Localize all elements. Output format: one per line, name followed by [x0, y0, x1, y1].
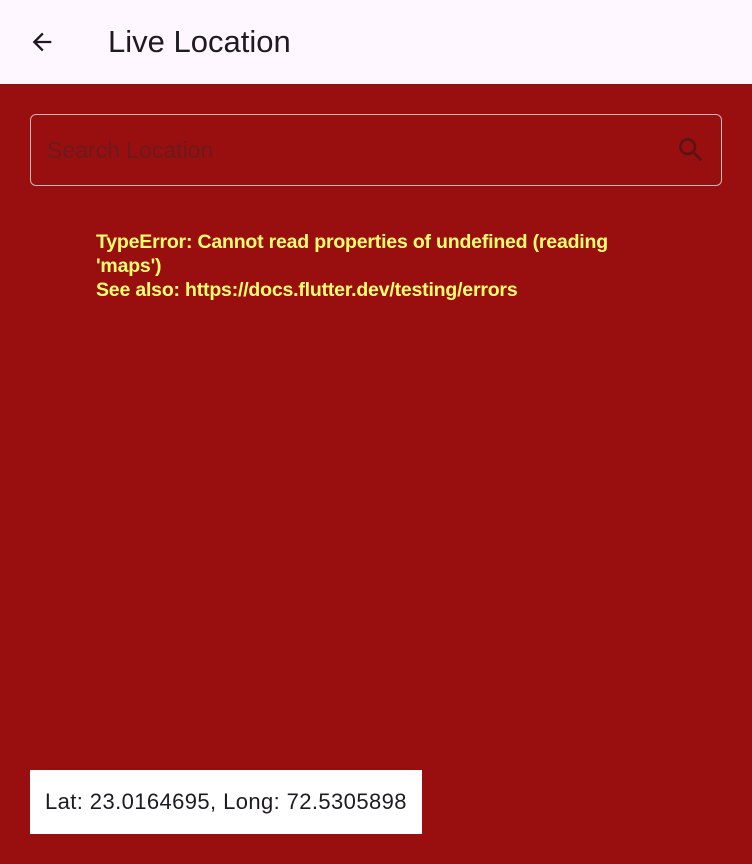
app-bar: Live Location — [0, 0, 752, 84]
arrow-left-icon — [32, 32, 52, 52]
page-title: Live Location — [108, 24, 291, 59]
back-button[interactable] — [18, 18, 66, 66]
search-field[interactable] — [30, 114, 722, 186]
error-help-line: See also: https://docs.flutter.dev/testi… — [96, 279, 518, 301]
error-message: TypeError: Cannot read properties of und… — [96, 230, 656, 302]
search-input[interactable] — [47, 115, 657, 185]
search-button[interactable] — [675, 134, 707, 166]
error-message-line: TypeError: Cannot read properties of und… — [96, 231, 608, 277]
app-root: Live Location TypeError: Cannot read pro… — [0, 0, 752, 864]
search-icon — [679, 138, 703, 162]
location-coordinates-label: Lat: 23.0164695, Long: 72.5305898 — [30, 770, 422, 834]
